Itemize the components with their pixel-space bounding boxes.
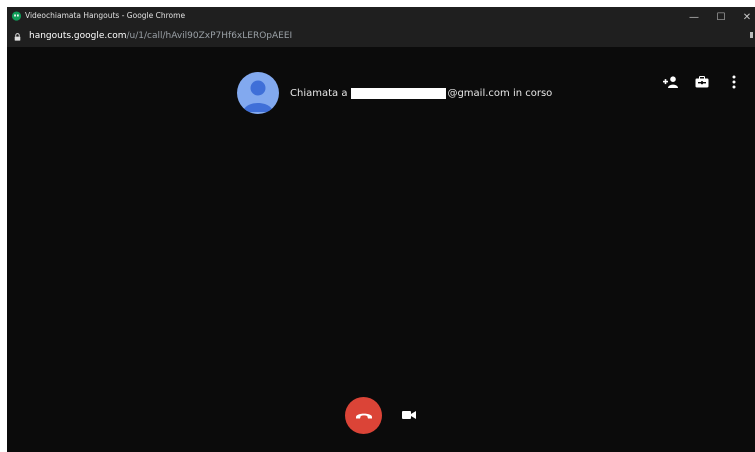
- call-stage: Chiamata a @gmail.com in corso: [7, 47, 755, 452]
- close-button[interactable]: ✕: [736, 9, 755, 25]
- redacted-email: [351, 88, 447, 99]
- settings-icon: [695, 76, 709, 88]
- hangup-button[interactable]: [345, 397, 382, 434]
- add-person-icon: [663, 76, 678, 88]
- person-icon: [243, 80, 273, 112]
- settings-button[interactable]: [693, 74, 711, 90]
- url-path: /u/1/call/hAvil90ZxP7Hf6xLEROpAEEI: [126, 31, 293, 41]
- more-options-icon: [732, 75, 736, 89]
- url-text[interactable]: hangouts.google.com/u/1/call/hAvil90ZxP7…: [29, 31, 292, 41]
- video-toggle-button[interactable]: [400, 407, 418, 423]
- title-bar: Videochiamata Hangouts - Google Chrome —…: [7, 7, 755, 27]
- call-status-suffix: @gmail.com in corso: [447, 88, 553, 99]
- more-options-button[interactable]: [725, 74, 743, 90]
- minimize-button[interactable]: —: [683, 9, 705, 25]
- call-status-prefix: Chiamata a: [290, 88, 348, 99]
- video-camera-icon: [402, 411, 416, 419]
- call-status: Chiamata a @gmail.com in corso: [290, 88, 552, 99]
- maximize-button[interactable]: ☐: [710, 9, 732, 25]
- phone-hangup-icon: [355, 413, 372, 419]
- address-bar[interactable]: hangouts.google.com/u/1/call/hAvil90ZxP7…: [7, 27, 755, 47]
- lock-icon: [14, 33, 21, 41]
- window-title: Videochiamata Hangouts - Google Chrome: [25, 11, 186, 20]
- add-person-button[interactable]: [662, 74, 680, 90]
- url-host: hangouts.google.com: [29, 31, 127, 41]
- extension-indicator: [750, 32, 753, 38]
- avatar: [237, 72, 279, 114]
- hangouts-logo-icon: [11, 11, 22, 21]
- chrome-window: Videochiamata Hangouts - Google Chrome —…: [7, 7, 755, 452]
